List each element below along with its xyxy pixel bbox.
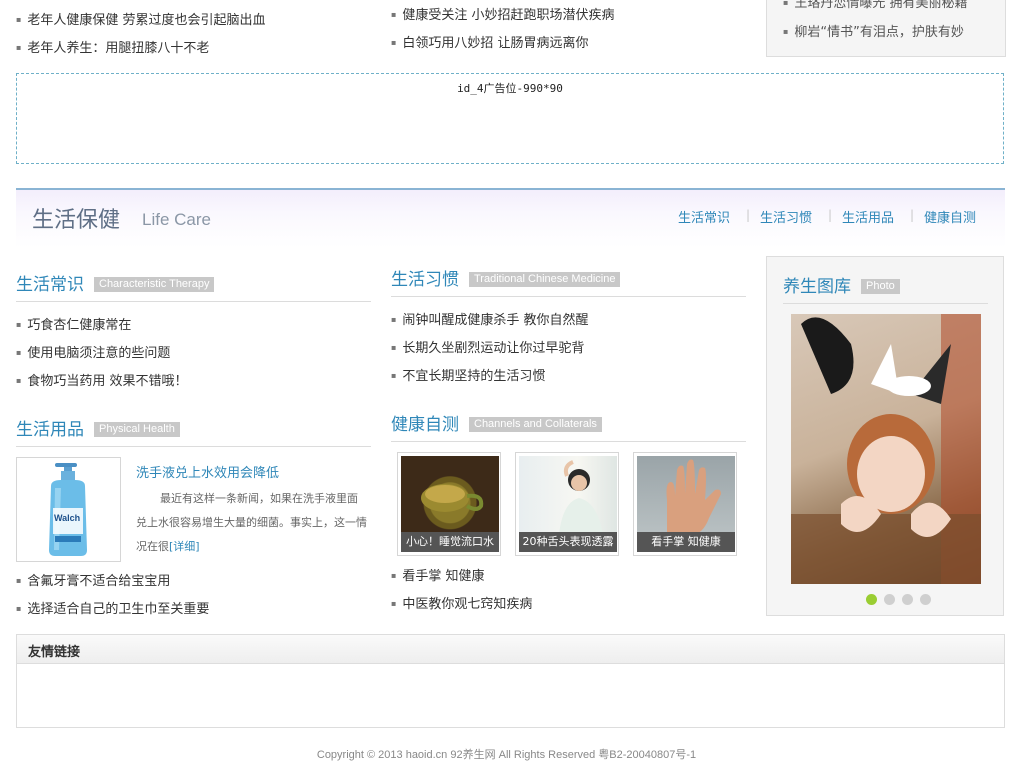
nav-separator: | <box>746 208 751 222</box>
zice-item-1[interactable]: 看手掌 知健康 <box>391 568 484 587</box>
gallery-heading[interactable]: 养生图库 Photo <box>783 272 900 297</box>
top-news-3-2[interactable]: 柳岩“情书”有泪点，护肤有妙 <box>783 24 963 43</box>
divider <box>16 301 371 302</box>
changshi-item-2[interactable]: 使用电脑须注意的些问题 <box>16 345 170 364</box>
changshi-tag: Characteristic Therapy <box>94 276 215 292</box>
yongpin-heading[interactable]: 生活用品 Physical Health <box>16 415 180 440</box>
zice-thumb-3-caption: 看手掌 知健康 <box>637 532 735 552</box>
xiguan-item-2[interactable]: 长期久坐剧烈运动让你过早驼背 <box>391 340 584 359</box>
top-news-1-2[interactable]: 老年人养生：用腿扭膝八十不老 <box>16 40 209 59</box>
product-brand: Walch <box>54 513 81 523</box>
top-news-2-2[interactable]: 白领巧用八妙招 让肠胃病远离你 <box>391 35 588 54</box>
changshi-item-3[interactable]: 食物巧当药用 效果不错哦！ <box>16 373 187 392</box>
changshi-heading[interactable]: 生活常识 Characteristic Therapy <box>16 270 215 295</box>
section-nav-changshi[interactable]: 生活常识 <box>678 207 730 226</box>
yongpin-tag: Physical Health <box>94 421 180 437</box>
changshi-item-1[interactable]: 巧食杏仁健康常在 <box>16 317 131 336</box>
person-icon <box>559 460 603 534</box>
zice-title: 健康自测 <box>391 415 459 435</box>
section-nav-xiguan[interactable]: 生活习惯 <box>760 207 812 226</box>
gallery-dot-3[interactable] <box>902 594 913 605</box>
feature-title[interactable]: 洗手液兑上水效用会降低 <box>136 462 279 481</box>
zice-heading[interactable]: 健康自测 Channels and Collaterals <box>391 410 602 435</box>
soap-bottle-icon <box>49 463 87 556</box>
top-news-1-1[interactable]: 老年人健康保健 劳累过度也会引起脑出血 <box>16 12 265 31</box>
footer-copyright: Copyright © 2013 haoid.cn 92养生网 All Righ… <box>316 749 697 761</box>
yongpin-item-2[interactable]: 选择适合自己的卫生巾至关重要 <box>16 601 209 620</box>
yongpin-item-1[interactable]: 含氟牙膏不适合给宝宝用 <box>16 573 170 592</box>
changshi-title: 生活常识 <box>16 275 84 295</box>
xiguan-item-3[interactable]: 不宜长期坚持的生活习惯 <box>391 368 545 387</box>
divider <box>391 296 746 297</box>
woman-image <box>519 456 617 534</box>
zice-thumb-1-caption: 小心！睡觉流口水 <box>401 532 499 552</box>
nav-separator: | <box>910 208 915 222</box>
gallery-photo-illustration <box>791 314 981 584</box>
zice-thumb-2[interactable]: 20种舌头表现透露 <box>515 452 619 556</box>
product-image[interactable]: Walch <box>16 457 121 562</box>
divider <box>16 446 371 447</box>
nav-separator: | <box>828 208 833 222</box>
gallery-photo[interactable] <box>791 314 981 584</box>
section-nav-zice[interactable]: 健康自测 <box>924 207 976 226</box>
zice-tag: Channels and Collaterals <box>469 416 602 432</box>
section-subtitle: Life Care <box>142 210 211 229</box>
teacup-icon <box>421 484 484 512</box>
hand-icon <box>666 459 721 534</box>
gallery-dot-4[interactable] <box>920 594 931 605</box>
friend-links-header <box>17 635 1004 664</box>
feature-text: 最近有这样一条新闻，如果在洗手液里面兑上水很容易增生大量的细菌。事实上，这一情况… <box>136 487 368 559</box>
xiguan-tag: Traditional Chinese Medicine <box>469 271 621 287</box>
gallery-dot-2[interactable] <box>884 594 895 605</box>
yongpin-title: 生活用品 <box>16 420 84 440</box>
xiguan-title: 生活习惯 <box>391 270 459 290</box>
top-news-2-1[interactable]: 健康受关注 小妙招赶跑职场潜伏疾病 <box>391 7 614 26</box>
zice-thumb-1[interactable]: 小心！睡觉流口水 <box>397 452 501 556</box>
top-news-3-1[interactable]: 王珞丹恋情曝光 拥有美丽秘籍 <box>783 0 967 14</box>
ad-placeholder[interactable]: id_4广告位-990*90 <box>16 73 1004 164</box>
friend-links-title: 友情链接 <box>28 645 81 660</box>
gallery-dot-1[interactable] <box>866 594 877 605</box>
divider <box>783 303 988 304</box>
zice-item-2[interactable]: 中医教你观七窍知疾病 <box>391 596 532 615</box>
feature-more-link[interactable]: [详细] <box>169 540 200 553</box>
xiguan-heading[interactable]: 生活习惯 Traditional Chinese Medicine <box>391 265 621 290</box>
divider <box>391 441 746 442</box>
section-title: 生活保健 <box>32 208 121 233</box>
gallery-title: 养生图库 <box>783 277 851 297</box>
ad-label: id_4广告位-990*90 <box>457 82 563 95</box>
zice-thumb-2-caption: 20种舌头表现透露 <box>519 532 617 552</box>
xiguan-item-1[interactable]: 闹钟叫醒成健康杀手 教你自然醒 <box>391 312 588 331</box>
gallery-tag: Photo <box>861 278 900 294</box>
zice-thumb-3[interactable]: 看手掌 知健康 <box>633 452 737 556</box>
section-nav-yongpin[interactable]: 生活用品 <box>842 207 894 226</box>
palm-image <box>637 456 735 534</box>
tea-cup-image <box>401 456 499 534</box>
